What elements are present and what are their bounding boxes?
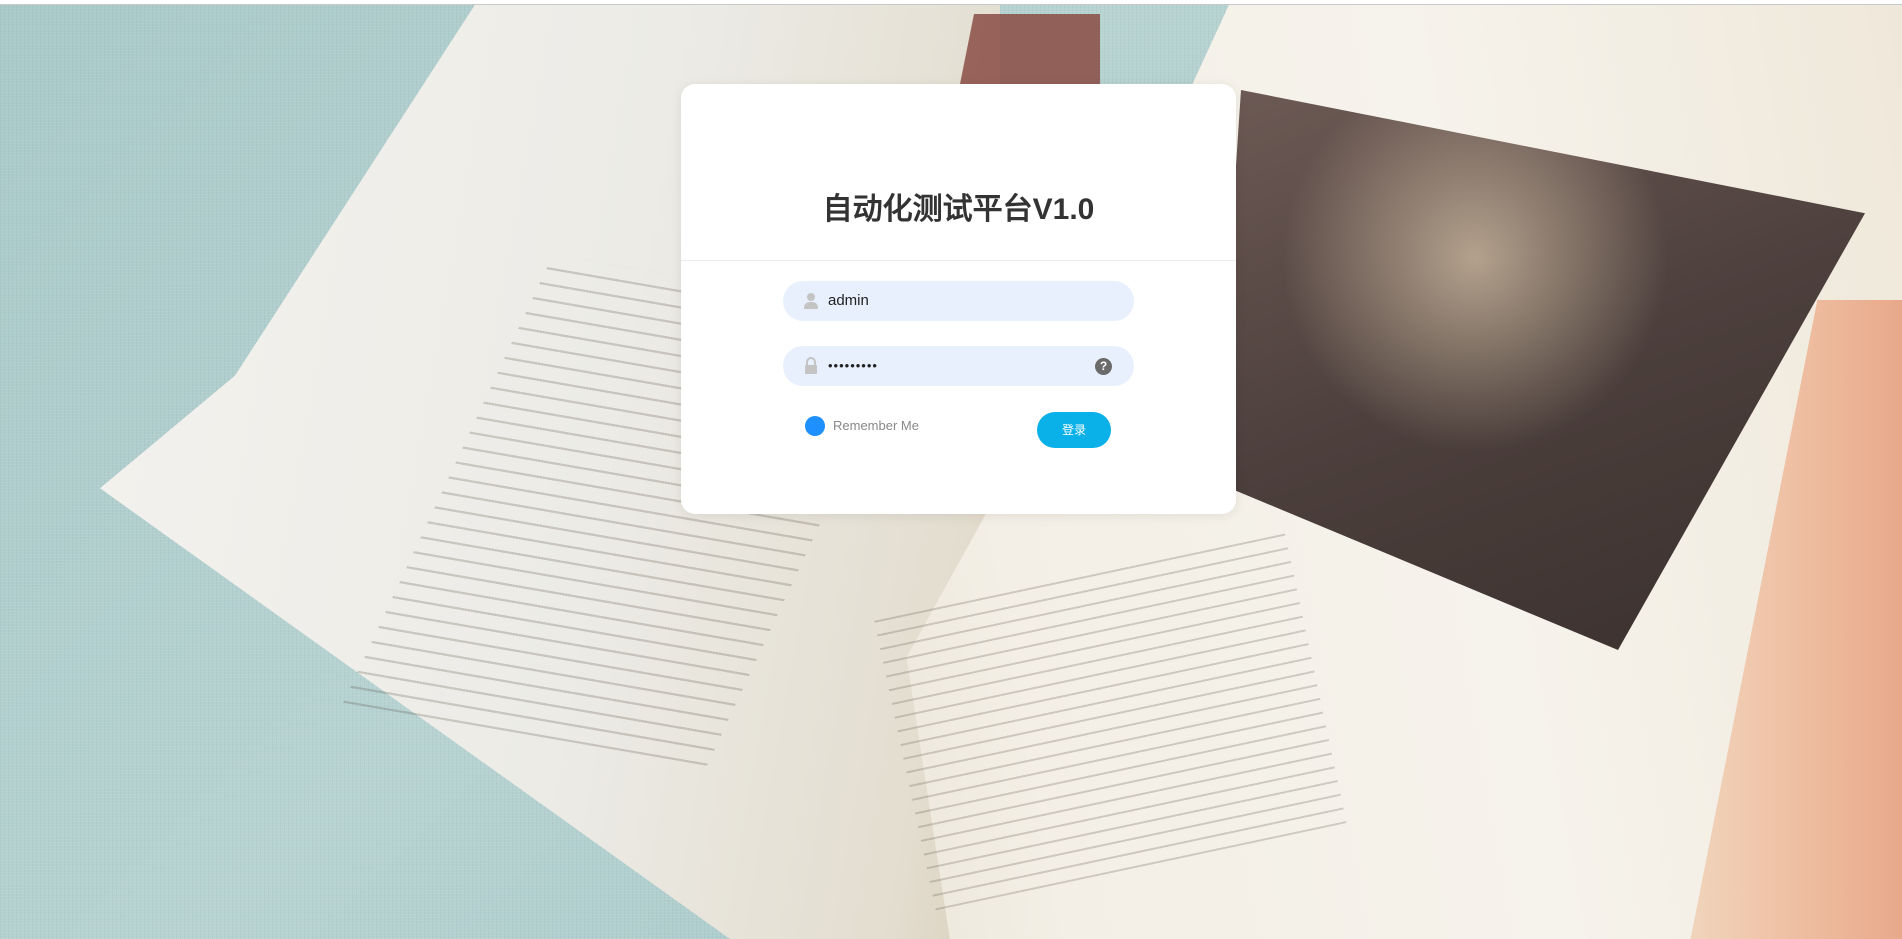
question-circle-icon[interactable]: ? xyxy=(1095,358,1112,375)
remember-me-radio[interactable] xyxy=(805,416,825,436)
book-top-image xyxy=(960,14,1100,84)
login-button[interactable]: 登录 xyxy=(1037,412,1111,448)
user-icon xyxy=(804,293,818,309)
password-field[interactable]: ••••••••• ? xyxy=(783,346,1134,386)
remember-me-label: Remember Me xyxy=(833,418,919,433)
browser-top-edge xyxy=(0,0,1902,5)
username-field[interactable]: admin xyxy=(783,281,1134,321)
lock-icon xyxy=(805,357,817,374)
title-divider xyxy=(681,260,1236,261)
username-value: admin xyxy=(828,292,869,309)
login-card: 自动化测试平台V1.0 admin ••••••••• ? Remember M… xyxy=(681,84,1236,514)
page-title: 自动化测试平台V1.0 xyxy=(822,193,1095,226)
password-value: ••••••••• xyxy=(828,358,878,373)
